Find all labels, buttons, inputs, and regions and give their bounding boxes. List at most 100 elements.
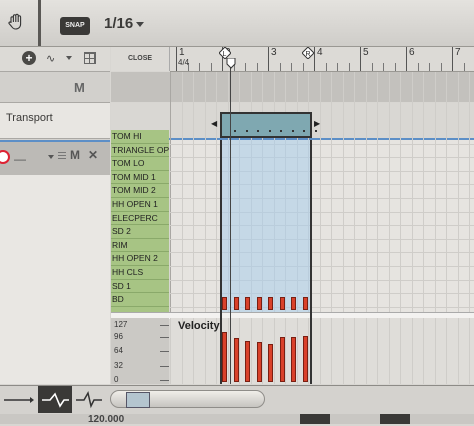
clip-left-handle[interactable]: ◀: [211, 119, 217, 128]
velocity-vline: [377, 318, 378, 384]
grid-vline: [446, 72, 447, 312]
drum-key-tom-hi[interactable]: TOM HI: [111, 130, 169, 144]
clip-beat-tick: [245, 130, 248, 132]
ruler-beat-tick: [302, 63, 304, 71]
grid-hline: [170, 211, 474, 213]
tempo-display[interactable]: 120.000: [88, 414, 124, 426]
track-name-field[interactable]: —: [14, 152, 26, 166]
drum-key-elecperc[interactable]: ELECPERC: [111, 211, 169, 226]
grid-hline: [170, 306, 474, 308]
wave-icon[interactable]: ∿: [46, 52, 55, 65]
clip-beat-tick: [314, 130, 317, 132]
grid-resolution[interactable]: 1/16: [104, 15, 133, 32]
playhead-line: [230, 60, 231, 384]
grid-hline: [170, 293, 474, 295]
ruler-beat-tick: [417, 63, 419, 71]
grid-icon[interactable]: [84, 52, 96, 64]
grid-hline: [170, 143, 474, 145]
grid-vline: [181, 72, 183, 312]
velocity-vline: [342, 318, 344, 384]
clip-beat-tick: [291, 130, 294, 132]
clip-beat-tick: [303, 130, 305, 132]
ruler-bar-tick: [452, 47, 453, 71]
mute-button[interactable]: M: [74, 80, 85, 95]
drum-key-hh-open-2[interactable]: HH OPEN 2: [111, 252, 169, 266]
toolbar-divider: [38, 0, 41, 46]
ruler-beat-tick: [429, 63, 430, 71]
velocity-vline: [388, 318, 390, 384]
drum-key-triangle-op[interactable]: TRIANGLE OP: [111, 143, 169, 158]
velocity-vline: [170, 318, 171, 384]
grid-hline: [170, 198, 474, 199]
grid-hline: [170, 225, 474, 227]
ruler-beat-tick: [440, 63, 442, 71]
master-lane: [111, 72, 474, 102]
mode-pencil-button[interactable]: [38, 386, 72, 413]
drum-key-bd[interactable]: BD: [111, 293, 169, 307]
chevron-down-icon[interactable]: [48, 155, 54, 159]
clip-header[interactable]: [220, 112, 312, 138]
playhead-marker[interactable]: [226, 58, 236, 69]
ruler-bar-label: 7: [455, 47, 461, 58]
chevron-down-icon[interactable]: [136, 22, 144, 27]
track-name: Transport: [6, 112, 53, 124]
grid-vline: [388, 72, 390, 312]
grid-vline: [170, 72, 171, 312]
ruler-bar-tick: [176, 47, 177, 71]
drum-key-tom-mid-1[interactable]: TOM MID 1: [111, 170, 169, 185]
ruler-beat-tick: [325, 63, 327, 71]
drum-key-sd-2[interactable]: SD 2: [111, 225, 169, 239]
velocity-vline: [423, 318, 424, 384]
scrollbar-thumb-icon[interactable]: [126, 392, 150, 408]
ruler-beat-tick: [210, 63, 212, 71]
grid-hline: [170, 157, 474, 159]
ruler-beat-tick: [199, 63, 200, 71]
velocity-vline: [411, 318, 413, 384]
loop-start-label: L: [223, 51, 227, 58]
status-button[interactable]: [380, 414, 410, 424]
clip-right-handle[interactable]: ▶: [314, 119, 320, 128]
hand-tool-icon[interactable]: [6, 12, 26, 32]
ruler-beat-tick: [463, 63, 465, 71]
grid-hline: [170, 238, 474, 240]
drum-key-rim[interactable]: RIM: [111, 238, 169, 253]
add-track-icon[interactable]: +: [22, 51, 36, 65]
ruler-bar-tick: [268, 47, 269, 71]
chevron-down-icon[interactable]: [66, 56, 72, 60]
drum-key-hh-cls[interactable]: HH CLS: [111, 266, 169, 280]
velocity-vline: [354, 318, 355, 384]
grid-hline: [170, 170, 474, 172]
drum-key-tom-lo[interactable]: TOM LO: [111, 157, 169, 171]
mode-line-button[interactable]: [0, 386, 36, 413]
velocity-tick-label: 127: [114, 320, 128, 329]
grid-vline: [204, 72, 206, 312]
ruler-beat-tick: [256, 63, 258, 71]
loop-end-marker[interactable]: R: [302, 47, 314, 59]
track-close-button[interactable]: ✕: [88, 148, 98, 162]
grid-hline: [170, 252, 474, 254]
track-mute-button[interactable]: M: [70, 148, 80, 162]
mode-curve-button[interactable]: [74, 386, 104, 413]
drum-key-hh-open-1[interactable]: HH OPEN 1: [111, 198, 169, 212]
velocity-tick-label: 0: [114, 375, 119, 384]
ruler-beat-tick: [383, 63, 384, 71]
status-button[interactable]: [300, 414, 330, 424]
ruler-bar-tick: [360, 47, 361, 71]
close-button[interactable]: CLOSE: [111, 55, 169, 62]
velocity-vline: [469, 318, 470, 384]
velocity-tick-label: 96: [114, 332, 123, 341]
grip-icon[interactable]: [58, 151, 66, 159]
drum-key-tom-mid-2[interactable]: TOM MID 2: [111, 184, 169, 198]
drum-key-sd-1[interactable]: SD 1: [111, 279, 169, 294]
velocity-tick-mark: [160, 380, 169, 381]
clip-beat-tick: [268, 130, 271, 132]
velocity-vline: [457, 318, 459, 384]
ruler-beat-tick: [337, 63, 338, 71]
velocity-vline: [331, 318, 332, 384]
velocity-tick-label: 32: [114, 361, 123, 370]
velocity-tick-mark: [160, 366, 169, 367]
snap-button[interactable]: SNAP: [60, 17, 90, 35]
clip-outline: [220, 140, 312, 384]
clip-beat-tick: [234, 130, 236, 132]
grid-vline: [457, 72, 459, 312]
